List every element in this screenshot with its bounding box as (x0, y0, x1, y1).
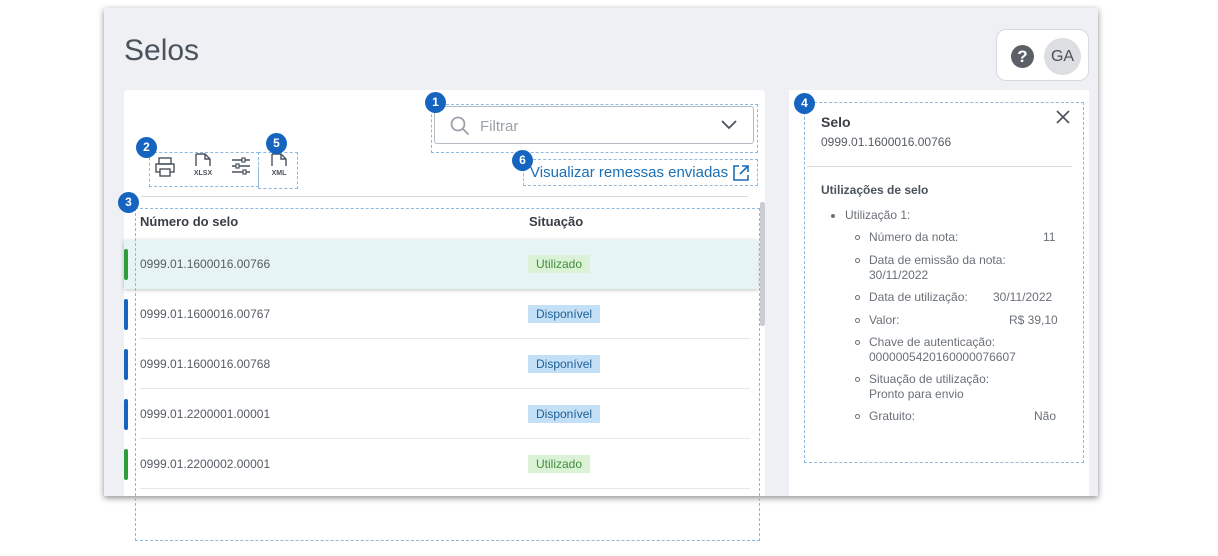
status-indicator (124, 299, 128, 330)
annotation-outline-filter (431, 104, 758, 153)
divider (141, 196, 748, 197)
annotation-badge-6: 6 (512, 150, 533, 171)
annotation-outline-table (135, 208, 760, 541)
annotation-outline-remessas (523, 159, 758, 186)
annotation-badge-4: 4 (794, 93, 815, 114)
status-indicator (124, 349, 128, 380)
page-title: Selos (124, 34, 200, 67)
annotation-outline-detail (804, 102, 1084, 463)
status-indicator (124, 449, 128, 480)
question-circle-icon[interactable]: ? (1011, 45, 1034, 68)
annotation-badge-3: 3 (118, 192, 139, 213)
annotation-outline-export (149, 152, 259, 187)
user-menu: ? GA (996, 29, 1089, 81)
scrollbar[interactable] (760, 202, 765, 326)
status-indicator (124, 399, 128, 430)
annotation-badge-5: 5 (266, 133, 287, 154)
annotation-badge-1: 1 (425, 92, 446, 113)
annotation-badge-2: 2 (136, 137, 157, 158)
status-indicator (124, 249, 128, 280)
annotation-outline-xml (258, 152, 298, 189)
avatar[interactable]: GA (1044, 38, 1081, 75)
